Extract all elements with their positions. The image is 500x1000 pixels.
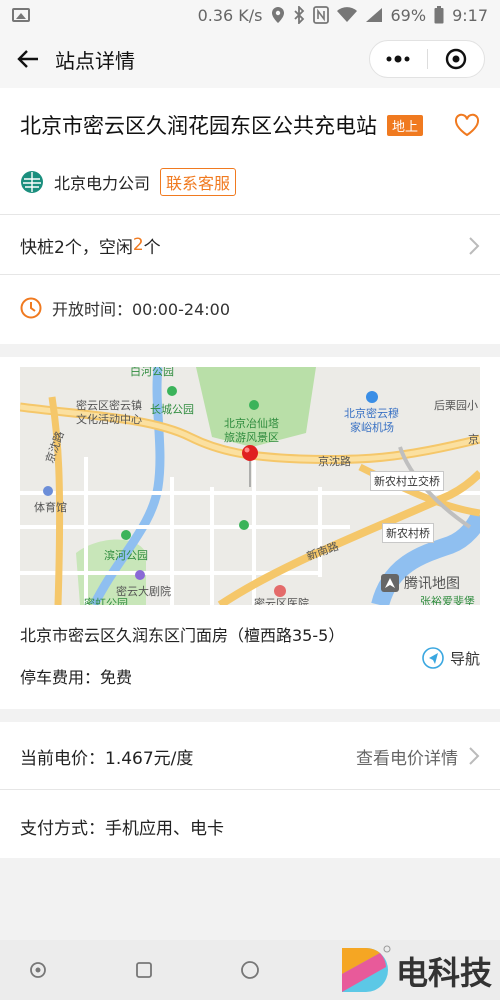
state-grid-logo-icon bbox=[21, 171, 43, 193]
brand-logo-icon bbox=[341, 945, 391, 992]
target-close-icon bbox=[445, 48, 466, 70]
map-label: 张裕爱斐堡 bbox=[420, 595, 475, 605]
location-icon bbox=[271, 7, 284, 23]
map-poi-marker bbox=[121, 530, 131, 540]
map-label: 滨河公园 bbox=[104, 549, 148, 562]
navigation-arrow-icon bbox=[422, 647, 444, 669]
station-map[interactable]: 白河公园 密云区密云镇 文化活动中心 长城公园 北京冶仙塔 旅游风景区 北京密云… bbox=[20, 367, 480, 605]
divider bbox=[0, 214, 500, 215]
station-address: 北京市密云区久润东区门面房（檀西路35-5） bbox=[20, 626, 345, 645]
map-label: 京沈路 bbox=[318, 455, 351, 468]
pile-status-row[interactable]: 快桩2个，空闲 2 个 bbox=[20, 216, 480, 274]
miniprogram-capsule bbox=[369, 40, 485, 78]
payment-methods: 支付方式：手机应用、电卡 bbox=[20, 818, 224, 839]
square-icon bbox=[136, 962, 152, 978]
price-card: 当前电价：1.467元/度 查看电价详情 支付方式：手机应用、电卡 bbox=[0, 722, 500, 858]
map-label: 白河公园 bbox=[130, 367, 174, 378]
network-speed: 0.36 K/s bbox=[197, 5, 263, 25]
navigate-button[interactable]: 导航 bbox=[422, 647, 480, 669]
map-road-badge: 新农村立交桥 bbox=[370, 471, 444, 491]
map-label: 长城公园 bbox=[150, 403, 194, 416]
map-label: 家峪机场 bbox=[350, 421, 394, 434]
home-circle-icon bbox=[241, 961, 259, 979]
clock-time: 9:17 bbox=[452, 5, 488, 25]
map-road-badge: 新农村桥 bbox=[382, 523, 434, 543]
close-miniprogram-button[interactable] bbox=[428, 41, 485, 77]
battery-icon bbox=[434, 6, 444, 24]
favorite-heart-icon[interactable] bbox=[454, 113, 480, 137]
tencent-map-logo-icon bbox=[381, 574, 399, 592]
map-label: 密虹公园 bbox=[84, 597, 128, 605]
navigate-label: 导航 bbox=[449, 649, 480, 668]
map-label: 密云区医院 bbox=[254, 597, 309, 605]
station-name: 北京市密云区久润花园东区公共充电站 bbox=[20, 114, 377, 138]
brand-watermark: 电科技 bbox=[338, 944, 492, 998]
system-home-button[interactable] bbox=[214, 960, 286, 980]
system-assistant-button[interactable] bbox=[2, 961, 74, 979]
map-poi-marker bbox=[167, 386, 177, 396]
current-price: 当前电价：1.467元/度 bbox=[20, 748, 194, 769]
brand-text: 电科技 bbox=[395, 954, 492, 992]
location-card: 白河公园 密云区密云镇 文化活动中心 长城公园 北京冶仙塔 旅游风景区 北京密云… bbox=[0, 357, 500, 709]
free-pile-unit: 个 bbox=[143, 237, 161, 258]
chevron-right-icon bbox=[469, 237, 480, 255]
map-label: 体育馆 bbox=[34, 501, 67, 514]
fast-pile-label: 快桩2个，空闲 bbox=[20, 237, 133, 258]
free-pile-count: 2 bbox=[132, 235, 144, 255]
opening-hours-row: 开放时间：00:00-24:00 bbox=[20, 288, 230, 328]
ground-tag: 地上 bbox=[387, 114, 424, 136]
nfc-icon bbox=[312, 6, 329, 24]
status-bar: 0.36 K/s 69% 9:17 bbox=[0, 0, 500, 30]
map-label: 京 bbox=[468, 433, 479, 446]
map-watermark: 腾讯地图 bbox=[380, 573, 460, 593]
parking-fee: 停车费用：免费 bbox=[20, 668, 133, 687]
price-row[interactable]: 当前电价：1.467元/度 查看电价详情 bbox=[20, 734, 480, 778]
battery-level: 69% bbox=[390, 5, 427, 25]
divider bbox=[0, 789, 500, 790]
map-label: 旅游风景区 bbox=[224, 431, 279, 444]
map-label: 文化活动中心 bbox=[76, 413, 142, 426]
page-title: 站点详情 bbox=[55, 48, 135, 73]
circle-dot-icon bbox=[30, 962, 46, 978]
image-notification-icon bbox=[12, 8, 30, 22]
map-label: 后栗园小 bbox=[434, 399, 478, 412]
map-poi-marker bbox=[249, 400, 259, 410]
map-poi-marker bbox=[43, 486, 53, 496]
more-button[interactable] bbox=[370, 41, 427, 77]
map-watermark-text: 腾讯地图 bbox=[404, 576, 460, 592]
operator-name: 北京电力公司 bbox=[54, 174, 151, 193]
clock-icon bbox=[20, 297, 42, 319]
map-poi-marker bbox=[239, 520, 249, 530]
divider bbox=[0, 274, 500, 275]
nav-bar: 站点详情 bbox=[0, 30, 500, 88]
system-recents-button[interactable] bbox=[108, 961, 180, 979]
more-dots-icon bbox=[386, 55, 410, 63]
wifi-icon bbox=[336, 7, 357, 22]
map-airport-marker bbox=[366, 391, 378, 403]
back-arrow-icon[interactable] bbox=[15, 46, 41, 72]
contact-service-button[interactable]: 联系客服 bbox=[160, 168, 237, 196]
price-detail-link[interactable]: 查看电价详情 bbox=[356, 744, 458, 769]
chevron-right-icon bbox=[469, 747, 480, 765]
station-info-card: 北京市密云区久润花园东区公共充电站 地上 北京电力公司 联系客服 快桩2个，空闲… bbox=[0, 88, 500, 344]
bluetooth-icon bbox=[293, 6, 304, 24]
signal-icon bbox=[365, 8, 382, 22]
opening-hours: 开放时间：00:00-24:00 bbox=[52, 300, 230, 319]
map-poi-marker bbox=[135, 570, 145, 580]
